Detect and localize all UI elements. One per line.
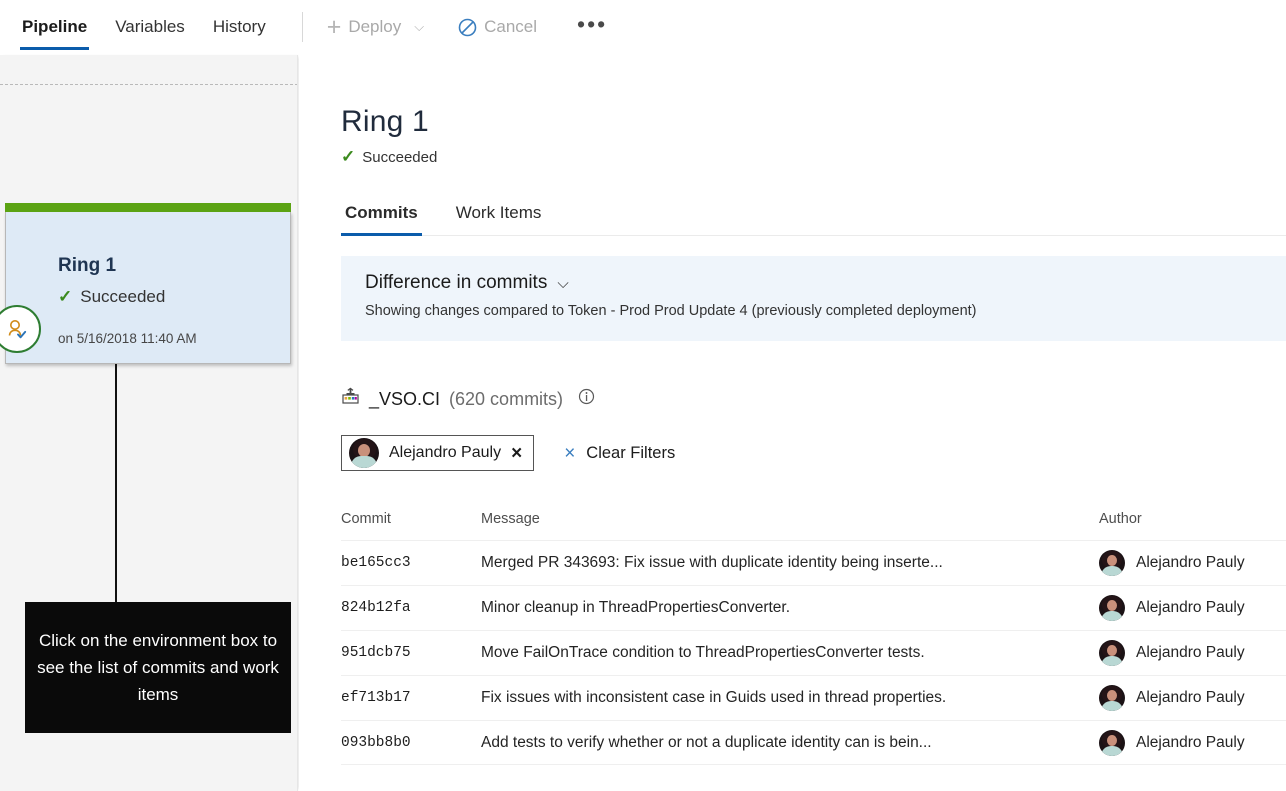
cell-commit-message: Merged PR 343693: Fix issue with duplica…: [481, 554, 943, 571]
ellipsis-icon: •••: [577, 11, 608, 37]
filter-chip-label: Alejandro Pauly: [389, 444, 502, 461]
cell-commit-message: Fix issues with inconsistent case in Gui…: [481, 689, 947, 706]
cancel-circle-slash-icon: [458, 18, 477, 37]
callout-connector-line: [115, 364, 117, 602]
chevron-down-icon: ⌵: [557, 274, 569, 292]
clear-filters-label: Clear Filters: [586, 443, 676, 462]
toolbar-tabs: Pipeline Variables History: [0, 0, 280, 54]
info-icon[interactable]: [578, 388, 595, 410]
environment-approval-badge-icon: [0, 305, 41, 353]
instruction-callout: Click on the environment box to see the …: [25, 602, 291, 733]
cell-commit-id[interactable]: ef713b17: [341, 690, 481, 706]
deploy-button-label: Deploy: [348, 17, 402, 36]
environment-name: Ring 1: [58, 255, 117, 276]
cell-commit-id[interactable]: 951dcb75: [341, 645, 481, 661]
tab-history[interactable]: History: [199, 0, 280, 54]
environment-card-ring-1[interactable]: Ring 1 ✓ Succeeded on 5/16/2018 11:40 AM: [0, 203, 291, 364]
difference-banner-subtitle: Showing changes compared to Token - Prod…: [365, 303, 977, 319]
toolbar-divider: [301, 12, 303, 42]
column-header-commit: Commit: [341, 511, 391, 527]
column-header-author: Author: [1099, 511, 1142, 527]
difference-banner-title: Difference in commits: [365, 272, 548, 293]
cell-commit-message: Minor cleanup in ThreadPropertiesConvert…: [481, 599, 791, 616]
tab-pipeline-label: Pipeline: [22, 17, 88, 36]
cell-commit-message: Add tests to verify whether or not a dup…: [481, 733, 932, 751]
commits-table: Commit Message Author be165cc3 Merged PR…: [341, 498, 1286, 765]
details-tabs: Commits Work Items: [341, 203, 1286, 236]
pipeline-dashed-divider: [0, 84, 297, 85]
cell-commit-author: Alejandro Pauly: [1099, 640, 1286, 666]
cancel-button[interactable]: Cancel: [452, 13, 543, 41]
tab-history-label: History: [212, 17, 266, 36]
close-icon[interactable]: ×: [511, 444, 522, 463]
deployment-status-label: Succeeded: [362, 148, 438, 166]
plus-icon: +: [326, 13, 342, 41]
tab-work-items-label: Work Items: [455, 203, 542, 222]
cell-commit-id[interactable]: 093bb8b0: [341, 735, 481, 751]
tab-commits[interactable]: Commits: [341, 203, 422, 236]
details-panel: Ring 1 ✓ Succeeded Commits Work Items Di…: [299, 55, 1286, 791]
avatar: [1099, 729, 1125, 756]
environment-status: ✓ Succeeded: [58, 287, 165, 307]
deploy-button[interactable]: + Deploy ⌵: [321, 13, 430, 41]
difference-banner-header[interactable]: Difference in commits ⌵: [365, 272, 1262, 294]
table-row[interactable]: 951dcb75 Move FailOnTrace condition to T…: [341, 630, 1286, 675]
cell-commit-id[interactable]: be165cc3: [341, 555, 481, 571]
more-actions-button[interactable]: •••: [571, 11, 613, 40]
avatar: [1099, 595, 1125, 621]
avatar: [1099, 550, 1125, 576]
tab-commits-label: Commits: [345, 203, 418, 222]
filter-chip-author[interactable]: Alejandro Pauly ×: [341, 435, 535, 471]
tab-pipeline[interactable]: Pipeline: [8, 0, 101, 54]
cell-author-name: Alejandro Pauly: [1136, 599, 1245, 616]
avatar: [349, 438, 379, 468]
cell-commit-author: Alejandro Pauly: [1099, 595, 1286, 621]
table-row[interactable]: 824b12fa Minor cleanup in ThreadProperti…: [341, 585, 1286, 630]
close-icon: ×: [564, 442, 576, 464]
cell-author-name: Alejandro Pauly: [1136, 733, 1245, 751]
chevron-down-icon: ⌵: [414, 19, 425, 34]
cancel-button-label: Cancel: [484, 17, 538, 36]
table-row[interactable]: 093bb8b0 Add tests to verify whether or …: [341, 720, 1286, 765]
cell-commit-author: Alejandro Pauly: [1099, 550, 1286, 576]
repository-summary: _VSO.CI (620 commits): [341, 387, 595, 411]
table-row[interactable]: be165cc3 Merged PR 343693: Fix issue wit…: [341, 540, 1286, 585]
table-header-row: Commit Message Author: [341, 498, 1286, 540]
table-row[interactable]: ef713b17 Fix issues with inconsistent ca…: [341, 675, 1286, 720]
top-toolbar: Pipeline Variables History + Deploy ⌵ Ca…: [0, 0, 1286, 54]
repository-commit-count: (620 commits): [449, 388, 564, 409]
cell-author-name: Alejandro Pauly: [1136, 689, 1245, 706]
pipeline-panel: Ring 1 ✓ Succeeded on 5/16/2018 11:40 AM…: [0, 55, 298, 791]
check-icon: ✓: [58, 287, 73, 306]
cell-commit-id[interactable]: 824b12fa: [341, 600, 481, 616]
check-icon: ✓: [341, 147, 356, 166]
tab-work-items[interactable]: Work Items: [452, 203, 546, 235]
cell-author-name: Alejandro Pauly: [1136, 644, 1245, 661]
build-pipeline-icon: [341, 387, 360, 411]
avatar: [1099, 685, 1125, 711]
cell-commit-message: Move FailOnTrace condition to ThreadProp…: [481, 644, 925, 661]
tab-variables-label: Variables: [115, 17, 185, 36]
column-header-message: Message: [481, 511, 540, 527]
difference-in-commits-banner: Difference in commits ⌵ Showing changes …: [341, 256, 1286, 341]
page-title: Ring 1: [341, 105, 429, 138]
cell-commit-author: Alejandro Pauly: [1099, 729, 1286, 756]
environment-status-bar: [5, 203, 291, 212]
cell-author-name: Alejandro Pauly: [1136, 554, 1245, 571]
active-filters: Alejandro Pauly × × Clear Filters: [341, 435, 675, 471]
clear-filters-button[interactable]: × Clear Filters: [564, 444, 675, 463]
cell-commit-author: Alejandro Pauly: [1099, 685, 1286, 711]
avatar: [1099, 640, 1125, 666]
environment-timestamp: on 5/16/2018 11:40 AM: [58, 331, 197, 346]
tab-variables[interactable]: Variables: [101, 0, 199, 54]
repository-name: _VSO.CI: [369, 388, 441, 409]
deployment-status: ✓ Succeeded: [341, 147, 437, 167]
environment-status-label: Succeeded: [80, 287, 166, 306]
instruction-callout-text: Click on the environment box to see the …: [37, 631, 279, 704]
